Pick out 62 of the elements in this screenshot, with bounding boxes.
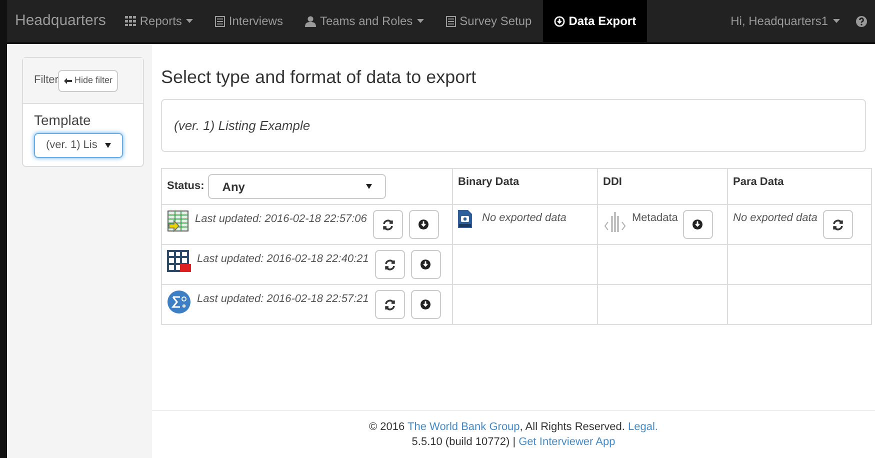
download-icon <box>692 219 704 230</box>
list-icon <box>214 16 225 26</box>
refresh-icon <box>384 258 396 270</box>
status-label: Status: <box>167 179 204 194</box>
table-icon <box>167 250 191 272</box>
spreadsheet-icon <box>167 210 189 232</box>
column-header: Binary Data <box>458 176 520 188</box>
binary-status: No exported data <box>482 211 566 226</box>
list-icon <box>446 16 456 26</box>
download-icon <box>418 219 430 230</box>
user-menu[interactable]: Hi, Headquarters1 <box>730 12 856 30</box>
nav-tab[interactable]: Reports <box>114 0 204 42</box>
nav-tab[interactable]: Teams and Roles <box>294 0 435 42</box>
footer-link[interactable]: The World Bank Group <box>408 420 520 432</box>
brand-link[interactable]: Headquarters <box>7 10 114 32</box>
image-file-icon <box>458 210 472 228</box>
help-icon[interactable] <box>856 16 867 26</box>
caret-icon <box>366 184 372 189</box>
caret-icon <box>186 19 193 23</box>
footer-link[interactable]: Get Interviewer App <box>518 436 616 448</box>
template-label: Template <box>34 111 92 130</box>
user-icon <box>304 16 316 26</box>
download-icon <box>420 299 432 310</box>
caret-icon <box>833 19 840 23</box>
refresh-icon <box>384 298 396 310</box>
version-text: 5.5.10 (build 10772) | Get Interviewer App <box>412 434 616 450</box>
copyright-text: © 2016 The World Bank Group, All Rights Reserved. Legal. <box>369 420 658 434</box>
download-button[interactable] <box>410 250 441 279</box>
column-header: Para Data <box>733 176 784 188</box>
para-status: No exported data <box>733 211 818 226</box>
download-icon <box>420 259 432 270</box>
refresh-icon <box>382 218 394 230</box>
refresh-button[interactable] <box>372 210 403 239</box>
refresh-button[interactable] <box>374 290 405 319</box>
caret-icon <box>416 19 424 23</box>
refresh-button[interactable] <box>823 210 854 239</box>
hide-filter-button[interactable]: Hide filter <box>58 70 118 92</box>
download-button[interactable] <box>410 290 441 319</box>
grid-icon <box>124 16 136 26</box>
filter-label: Filter <box>34 73 58 88</box>
sigma-icon <box>167 290 191 314</box>
refresh-icon <box>832 218 844 230</box>
status-select[interactable]: Any <box>208 174 386 199</box>
nav-tab[interactable]: Interviews <box>204 0 294 42</box>
footer-link[interactable]: Legal. <box>628 420 658 432</box>
questionnaire-name: (ver. 1) Listing Example <box>174 116 310 135</box>
arrow-left-icon <box>64 78 72 84</box>
last-updated: Last updated: 2016-02-18 22:57:06 <box>195 212 367 227</box>
column-header: DDI <box>603 176 622 188</box>
ddi-label: Metadata <box>632 211 678 226</box>
caret-icon <box>105 143 111 148</box>
last-updated: Last updated: 2016-02-18 22:57:21 <box>197 292 369 307</box>
template-select[interactable]: (ver. 1) Lis <box>34 133 123 158</box>
nav-tab[interactable]: Data Export <box>542 0 648 42</box>
refresh-button[interactable] <box>374 250 405 279</box>
last-updated: Last updated: 2016-02-18 22:40:21 <box>197 252 369 267</box>
page-title: Select type and format of data to export <box>161 66 478 89</box>
ddi-icon <box>603 210 627 234</box>
nav-tab[interactable]: Survey Setup <box>434 0 543 42</box>
download-button[interactable] <box>682 210 713 239</box>
download-button[interactable] <box>408 210 439 239</box>
download-icon <box>554 16 565 26</box>
